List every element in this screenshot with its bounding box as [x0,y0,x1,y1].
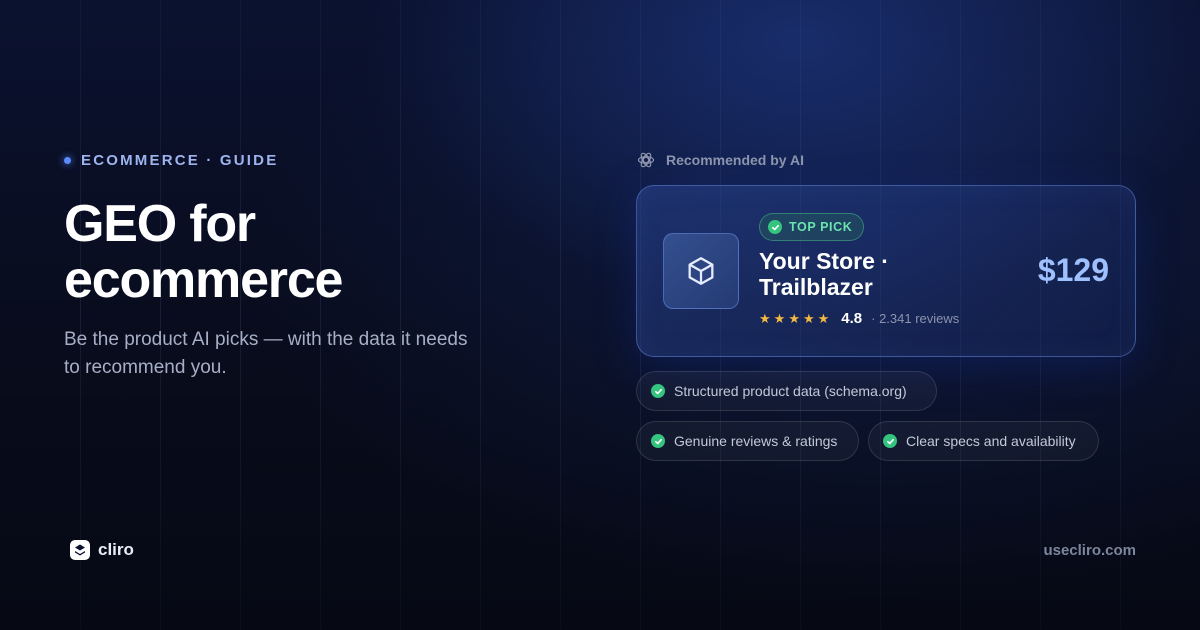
cliro-logo-icon [70,540,90,560]
product-price: $129 [1037,252,1109,288]
page-title: GEO for ecommerce [64,195,343,309]
review-count: · 2.341 reviews [871,311,960,326]
star-icon: ★ [802,310,815,326]
product-thumbnail [663,233,739,309]
star-icon: ★ [773,310,786,326]
feature-chip-reviews: Genuine reviews & ratings [636,421,859,461]
chip-label: Structured product data (schema.org) [674,383,907,399]
star-icon: ★ [788,310,800,326]
badge-label: TOP PICK [789,220,853,234]
check-icon [651,384,665,398]
brand-name: cliro [98,540,134,559]
chip-label: Genuine reviews & ratings [674,433,838,449]
feature-chip-specs: Clear specs and availability [868,421,1099,461]
box-icon [688,257,714,285]
star-icon: ★ [817,310,830,326]
product-name[interactable]: Your Store · Trailblazer [759,248,959,300]
brand-logo-link[interactable]: cliro [70,540,134,560]
recommended-label-text: Recommended by AI [666,152,804,168]
openai-icon [637,152,655,168]
site-url[interactable]: usecliro.com [1043,542,1136,559]
eyebrow-label: ECOMMERCE · GUIDE [81,152,279,169]
rating-score: 4.8 [841,310,863,327]
eyebrow-dot [64,157,71,164]
star-rating: ★ ★ ★ ★ ★ [759,311,829,327]
check-icon [883,434,897,448]
eyebrow: ECOMMERCE · GUIDE [64,152,278,169]
chip-label: Clear specs and availability [906,433,1076,449]
product-card[interactable]: TOP PICK Your Store · Trailblazer ★ ★ ★ … [636,185,1136,357]
recommended-by-ai-label: Recommended by AI [636,150,804,170]
feature-chip-structured-data: Structured product data (schema.org) [636,371,937,411]
check-icon [651,434,665,448]
product-rating: ★ ★ ★ ★ ★ 4.8 · 2.341 reviews [759,310,959,327]
check-icon [768,220,782,234]
star-icon: ★ [759,310,771,326]
page-subtitle: Be the product AI picks — with the data … [64,329,468,378]
top-pick-badge: TOP PICK [759,213,865,241]
